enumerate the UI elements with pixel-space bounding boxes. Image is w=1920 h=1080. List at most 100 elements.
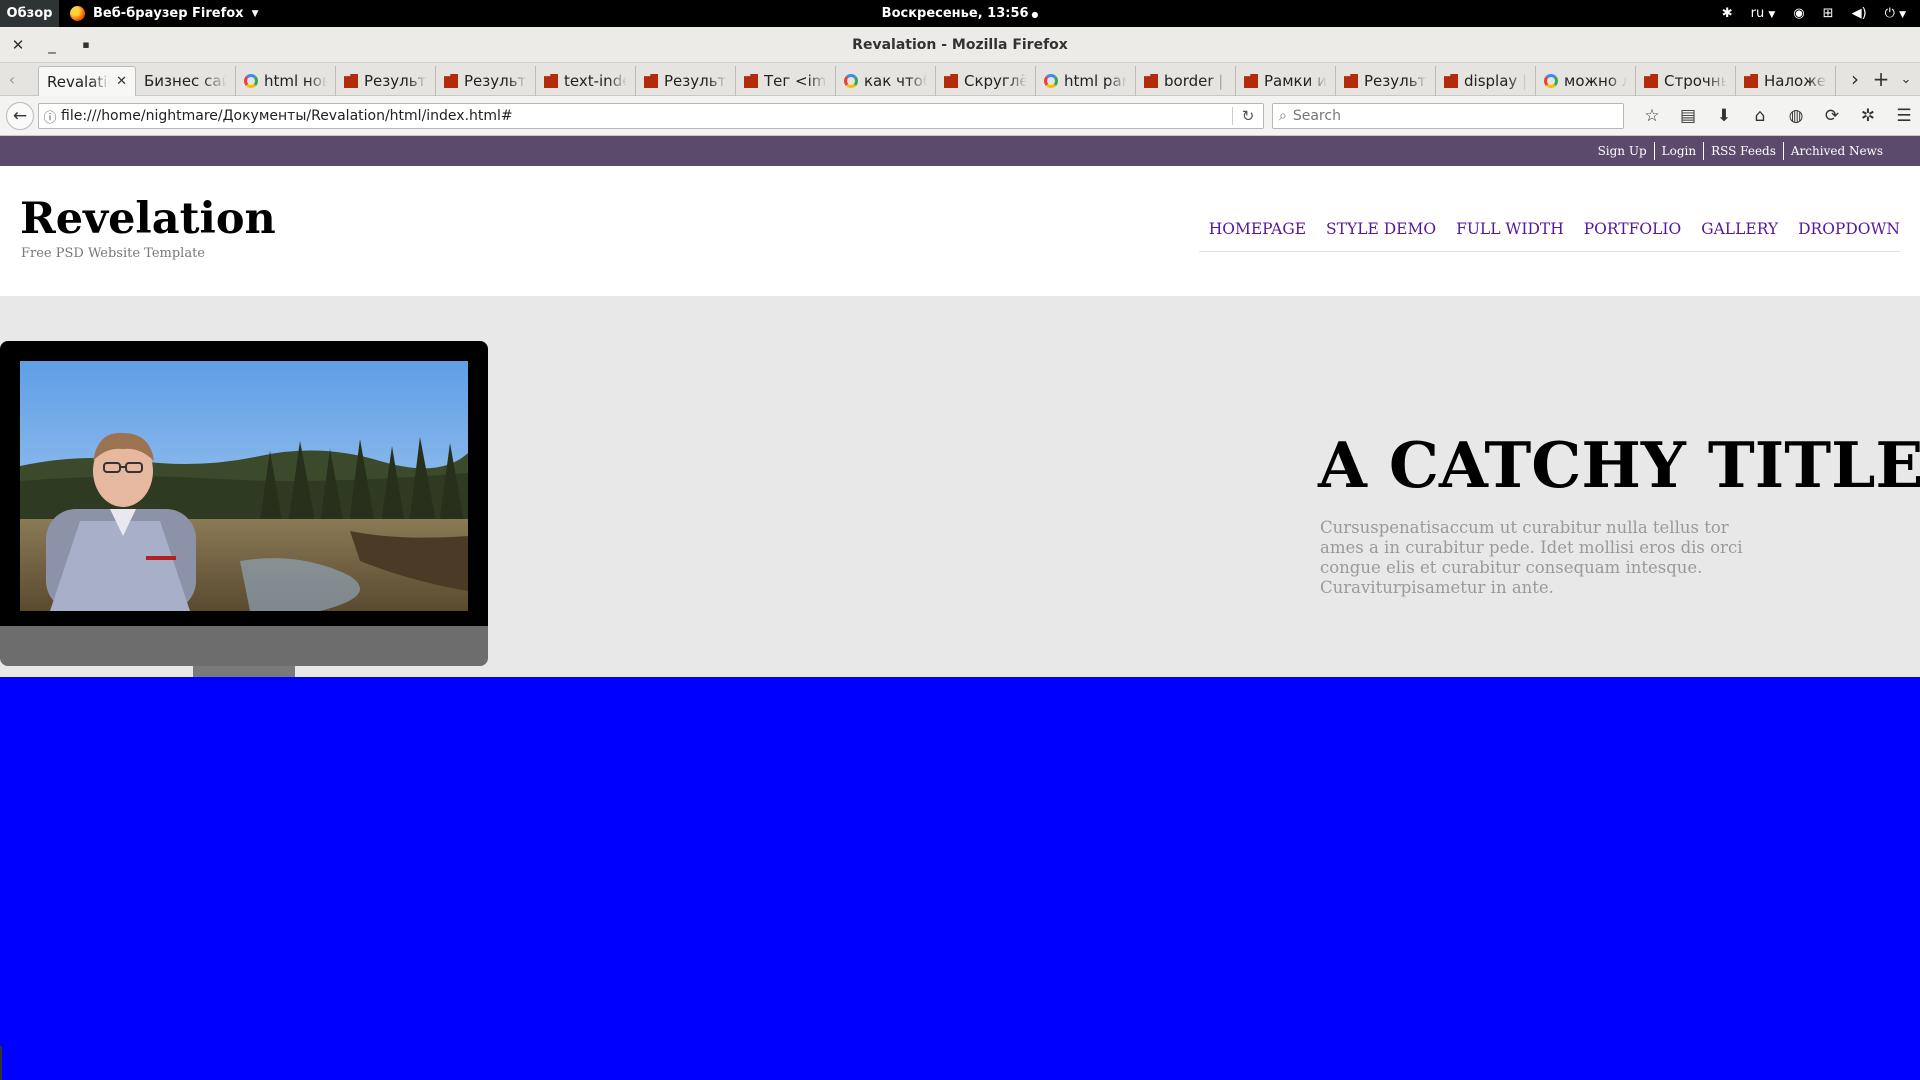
keyboard-layout[interactable]: ru ▼: [1751, 6, 1776, 21]
tab[interactable]: как чтобы: [836, 66, 936, 96]
tab[interactable]: html новая: [236, 66, 336, 96]
gnome-top-bar: Обзор Веб-браузер Firefox ▼ Воскресенье,…: [0, 0, 1920, 27]
reload-icon[interactable]: ↻: [1233, 107, 1263, 125]
tab[interactable]: Результат: [336, 66, 436, 96]
toolbar-icons: ☆ ▤ ⬇ ⌂ ◍ ⟳ ✲ ☰: [1634, 96, 1920, 136]
search-icon: ⌕: [1279, 108, 1287, 124]
archived-news-link[interactable]: Archived News: [1782, 142, 1890, 160]
back-button[interactable]: ←: [6, 102, 34, 130]
hero-section: A CATCHY TITLE Cursuspenatisaccum ut cur…: [0, 296, 1920, 677]
tab-label: можно ли: [1564, 72, 1627, 90]
google-favicon-icon: [1044, 74, 1058, 88]
site-info-icon[interactable]: ⓘ: [39, 107, 61, 126]
tab[interactable]: Результат: [1336, 66, 1436, 96]
tab-label: Наложение: [1764, 72, 1827, 90]
tab[interactable]: display |: [1436, 66, 1536, 96]
app-menu[interactable]: Веб-браузер Firefox ▼: [70, 0, 259, 27]
site-tagline: Free PSD Website Template: [21, 246, 205, 261]
login-link[interactable]: Login: [1653, 142, 1703, 160]
tab-strip: ‹ Revalation ✕ Бизнес сайт html новая Резуль…: [0, 63, 1920, 96]
arrow-left-icon: ←: [12, 106, 28, 126]
nav-portfolio[interactable]: PORTFOLIO: [1584, 220, 1681, 238]
downloads-icon[interactable]: ⬇: [1706, 106, 1742, 126]
tab-label: html рамка: [1064, 72, 1127, 90]
bookmark-star-icon[interactable]: ☆: [1634, 106, 1670, 126]
tab-label: text-indent: [564, 72, 627, 90]
nav-full-width[interactable]: FULL WIDTH: [1456, 220, 1564, 238]
tab-label: Результат: [664, 72, 727, 90]
site-favicon-icon: [444, 74, 458, 88]
volume-icon[interactable]: ◀): [1852, 6, 1867, 21]
url-bar[interactable]: ⓘ file:///home/nightmare/Документы/Reval…: [38, 103, 1264, 129]
tab-label: Строчные: [1664, 72, 1727, 90]
hamburger-menu-icon[interactable]: ☰: [1886, 106, 1920, 126]
power-icon[interactable]: ⏻ ▼: [1885, 6, 1906, 21]
sync-icon[interactable]: ⟳: [1814, 106, 1850, 126]
home-icon[interactable]: ⌂: [1742, 106, 1778, 126]
monitor-stand: [193, 666, 295, 677]
reading-list-icon[interactable]: ▤: [1670, 106, 1706, 126]
tab[interactable]: border |: [1136, 66, 1236, 96]
tab[interactable]: Скруглённые: [936, 66, 1036, 96]
rss-feeds-link[interactable]: RSS Feeds: [1703, 142, 1783, 160]
chevron-down-icon: ▼: [251, 8, 259, 19]
site-favicon-icon: [744, 74, 758, 88]
close-tab-icon[interactable]: ✕: [116, 74, 127, 89]
scroll-tabs-right-icon[interactable]: ›: [1843, 63, 1867, 96]
pocket-icon[interactable]: ◍: [1778, 106, 1814, 126]
extension-icon[interactable]: ✲: [1850, 106, 1886, 126]
tab[interactable]: text-indent: [536, 66, 636, 96]
tab-label: display |: [1464, 72, 1527, 90]
tab[interactable]: Результат: [436, 66, 536, 96]
tab[interactable]: Строчные: [1636, 66, 1736, 96]
nav-gallery[interactable]: GALLERY: [1701, 220, 1778, 238]
site-favicon-icon: [644, 74, 658, 88]
tab[interactable]: можно ли: [1536, 66, 1636, 96]
web-page: Sign Up Login RSS Feeds Archived News Re…: [0, 136, 1920, 1080]
tab-list: Revalation ✕ Бизнес сайт html новая Результа…: [38, 66, 1838, 96]
tab-label: html новая: [264, 72, 327, 90]
google-favicon-icon: [844, 74, 858, 88]
tab-label: как чтобы: [864, 72, 927, 90]
tab-label: Рамки и: [1264, 72, 1327, 90]
keyboard-layout-label: ru: [1750, 6, 1765, 21]
utility-links: Sign Up Login RSS Feeds Archived News: [1591, 136, 1890, 166]
tab[interactable]: Результат: [636, 66, 736, 96]
scroll-tabs-left-icon[interactable]: ‹: [0, 63, 24, 96]
tab[interactable]: Бизнес сайт: [136, 66, 236, 96]
tab[interactable]: Тег <img>: [736, 66, 836, 96]
network-icon[interactable]: ⊞: [1823, 6, 1834, 21]
monitor-chin: [0, 626, 488, 666]
monitor-frame: [0, 341, 488, 626]
google-favicon-icon: [244, 74, 258, 88]
nav-toolbar: ← ⓘ file:///home/nightmare/Документы/Rev…: [0, 96, 1920, 136]
tab[interactable]: html рамка: [1036, 66, 1136, 96]
tab-active[interactable]: Revalation ✕: [38, 66, 136, 96]
tab-label: Revalation: [47, 72, 110, 91]
tab[interactable]: Наложение: [1736, 66, 1836, 96]
tab-label: Результат: [464, 72, 527, 90]
hero-photo: [20, 361, 468, 611]
accessibility-icon[interactable]: ✱: [1722, 6, 1733, 21]
site-favicon-icon: [1344, 74, 1358, 88]
clock[interactable]: Воскресенье, 13:56 ●: [0, 0, 1920, 27]
new-tab-icon[interactable]: +: [1869, 63, 1893, 96]
tab[interactable]: Рамки и: [1236, 66, 1336, 96]
nav-dropdown[interactable]: DROPDOWN: [1798, 220, 1900, 238]
sign-up-link[interactable]: Sign Up: [1591, 142, 1654, 160]
tab-label: Результат: [364, 72, 427, 90]
nav-homepage[interactable]: HOMEPAGE: [1209, 220, 1306, 238]
list-all-tabs-icon[interactable]: ⌄: [1894, 63, 1918, 96]
hero-title: A CATCHY TITLE: [1318, 428, 1920, 502]
site-favicon-icon: [1644, 74, 1658, 88]
record-icon[interactable]: ◉: [1793, 6, 1804, 21]
activities-button[interactable]: Обзор: [0, 0, 59, 27]
site-header: Revelation Free PSD Website Template HOM…: [0, 166, 1920, 296]
url-text[interactable]: file:///home/nightmare/Документы/Revalat…: [61, 108, 1232, 124]
search-input[interactable]: ⌕ Search: [1272, 103, 1624, 129]
site-favicon-icon: [1244, 74, 1258, 88]
tab-label: Тег <img>: [764, 72, 827, 90]
site-logo[interactable]: Revelation: [20, 194, 276, 244]
tab-label: Результат: [1364, 72, 1427, 90]
nav-style-demo[interactable]: STYLE DEMO: [1326, 220, 1436, 238]
